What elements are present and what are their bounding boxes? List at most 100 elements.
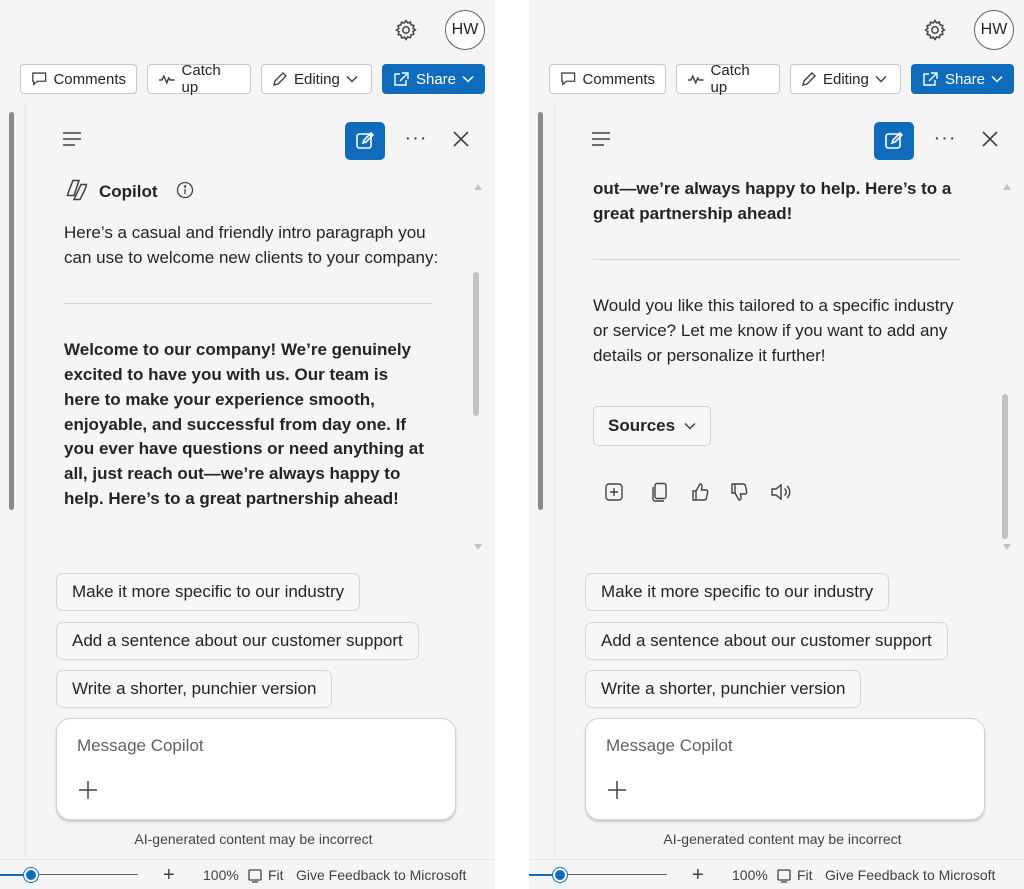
chat-transcript[interactable]: out—we’re always happy to help. Here’s t… [555,174,1024,554]
ai-disclaimer: AI-generated content may be incorrect [134,831,373,847]
suggestion-chip[interactable]: Make it more specific to our industry [585,573,890,611]
comments-button[interactable]: Comments [549,64,666,94]
copilot-title: Copilot [99,182,158,201]
gear-icon[interactable] [923,18,947,42]
suggestion-chip[interactable]: Write a shorter, punchier version [585,670,862,708]
scroll-up-arrow[interactable] [474,184,482,190]
share-icon [394,72,409,86]
more-options-icon[interactable]: ··· [404,128,428,152]
draft-paragraph: Welcome to our company! We’re genuinely … [64,340,424,508]
message-composer[interactable]: Message Copilot [56,718,456,820]
catch-up-button[interactable]: Catch up [147,62,251,96]
pencil-icon [273,72,287,86]
menu-icon[interactable] [62,131,82,152]
zoom-slider-handle[interactable] [24,868,38,882]
fit-icon[interactable] [776,868,792,889]
share-icon [923,72,938,86]
editing-label: Editing [294,70,340,88]
pencil-icon [802,72,816,86]
scroll-down-arrow[interactable] [1003,544,1011,550]
share-label: Share [944,70,986,88]
suggestion-chip[interactable]: Write a shorter, punchier version [56,670,333,708]
compose-icon [356,131,375,149]
suggestion-chip[interactable]: Make it more specific to our industry [56,573,361,611]
fit-icon[interactable] [247,868,263,889]
zoom-slider-track[interactable] [557,874,667,875]
copy-icon[interactable] [649,481,671,508]
zoom-level[interactable]: 100% [732,867,768,883]
document-scrollbar[interactable] [9,112,14,510]
comment-icon [32,72,47,86]
copilot-pane-header: ··· [555,104,1024,174]
divider [64,303,432,305]
compose-icon [885,131,904,149]
copilot-followup-text: Would you like this tailored to a specif… [593,296,954,365]
chat-transcript[interactable]: Copilot Here’s a casual and friendly int… [26,174,495,554]
status-bar: + 100% Fit Give Feedback to Microsoft [529,859,1024,889]
message-composer[interactable]: Message Copilot [585,718,985,820]
close-icon[interactable] [981,130,999,153]
fit-button[interactable]: Fit [797,867,813,883]
pulse-icon [158,74,175,85]
suggestion-chip[interactable]: Add a sentence about our customer suppor… [585,622,948,660]
share-button[interactable]: Share [911,64,1014,94]
comments-button[interactable]: Comments [20,64,137,94]
copilot-pane: ··· Copilot Here’s a casual and friendly… [25,104,495,859]
message-input-placeholder: Message Copilot [77,736,204,755]
sources-button[interactable]: Sources [593,406,712,446]
zoom-level[interactable]: 100% [203,867,239,883]
share-button[interactable]: Share [382,64,485,94]
add-attachment-icon[interactable] [606,779,628,806]
copilot-pane-header: ··· [26,104,495,174]
thumbs-up-icon[interactable] [689,481,711,508]
share-label: Share [415,70,457,88]
message-input-placeholder: Message Copilot [606,736,733,755]
draft-paragraph-tail: out—we’re always happy to help. Here’s t… [593,179,952,223]
menu-icon[interactable] [591,131,611,152]
catch-up-label: Catch up [181,62,221,96]
zoom-slider-handle[interactable] [553,868,567,882]
pulse-icon [687,74,704,85]
avatar[interactable]: HW [974,10,1014,50]
chat-scrollbar-thumb[interactable] [1002,394,1008,539]
read-aloud-icon[interactable] [769,481,793,508]
thumbs-down-icon[interactable] [728,481,750,508]
add-attachment-icon[interactable] [77,779,99,806]
zoom-in-icon[interactable]: + [163,864,175,887]
editing-mode-button[interactable]: Editing [790,64,901,94]
document-scrollbar[interactable] [538,112,543,510]
sources-label: Sources [608,416,676,435]
copilot-pane: ··· out—we’re always happy to help. Here… [554,104,1024,859]
word-window-left: HW Comments Catch up Editing Share ··· C… [0,0,495,889]
info-icon[interactable] [176,181,194,204]
editing-mode-button[interactable]: Editing [261,64,372,94]
insert-icon[interactable] [603,481,625,508]
editing-label: Editing [823,70,869,88]
copilot-intro-text: Here’s a casual and friendly intro parag… [64,223,439,267]
copilot-logo-icon [64,179,90,206]
catch-up-button[interactable]: Catch up [676,62,780,96]
comments-label: Comments [53,70,126,88]
scroll-up-arrow[interactable] [1003,184,1011,190]
avatar[interactable]: HW [445,10,485,50]
zoom-in-icon[interactable]: + [692,864,704,887]
new-chat-button[interactable] [345,122,385,160]
chevron-down-icon [684,422,696,430]
more-options-icon[interactable]: ··· [933,128,957,152]
word-window-right: HW Comments Catch up Editing Share ··· o… [529,0,1024,889]
scroll-down-arrow[interactable] [474,544,482,550]
zoom-slider-track[interactable] [28,874,138,875]
close-icon[interactable] [452,130,470,153]
status-bar: + 100% Fit Give Feedback to Microsoft [0,859,495,889]
feedback-link[interactable]: Give Feedback to Microsoft [825,867,995,883]
chat-scrollbar-thumb[interactable] [473,272,479,416]
feedback-link[interactable]: Give Feedback to Microsoft [296,867,466,883]
catch-up-label: Catch up [710,62,750,96]
ai-disclaimer: AI-generated content may be incorrect [663,831,902,847]
new-chat-button[interactable] [874,122,914,160]
chevron-down-icon [991,75,1003,83]
gear-icon[interactable] [394,18,418,42]
fit-button[interactable]: Fit [268,867,284,883]
suggestion-chip[interactable]: Add a sentence about our customer suppor… [56,622,419,660]
chevron-down-icon [462,75,474,83]
